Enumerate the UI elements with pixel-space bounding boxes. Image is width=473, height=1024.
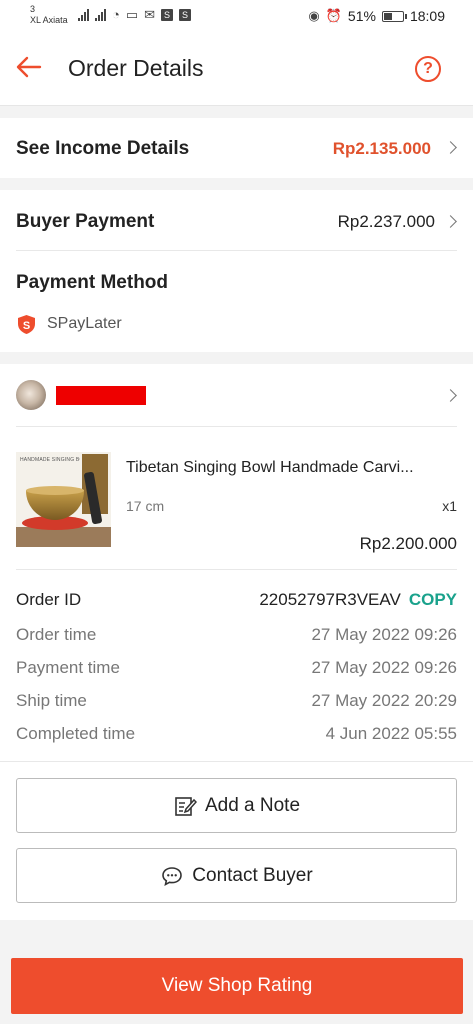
order-id-value-wrap: 22052797R3VEAV COPY xyxy=(259,590,457,610)
income-amount: Rp2.135.000 xyxy=(332,139,431,158)
chevron-right-icon xyxy=(444,141,457,154)
add-note-button[interactable]: Add a Note xyxy=(16,778,457,833)
status-bar: 3 XL Axiata ◔ ▭ ✉ S S ◉ ⏰ 51% 18:09 xyxy=(0,0,473,34)
product-thumbnail[interactable]: HANDMADE SINGING BOWL xyxy=(16,452,111,547)
order-id-value: 22052797R3VEAV xyxy=(259,590,401,609)
completed-time-label: Completed time xyxy=(16,724,136,743)
order-time-label: Order time xyxy=(16,625,97,644)
clock: 18:09 xyxy=(409,8,445,24)
carrier-slot: 3 xyxy=(30,4,36,14)
order-id-row: Order ID 22052797R3VEAV COPY xyxy=(16,590,457,616)
completed-time-row: Completed time 4 Jun 2022 05:55 xyxy=(16,724,457,750)
note-icon xyxy=(175,796,197,816)
battery-percent: 51% xyxy=(347,8,376,24)
ship-time-value: 27 May 2022 20:29 xyxy=(311,691,457,710)
income-details-label: See Income Details xyxy=(16,138,190,159)
completed-time-value: 4 Jun 2022 05:55 xyxy=(325,724,457,743)
signal-icon-2 xyxy=(95,9,106,21)
payment-method-label: Payment Method xyxy=(16,272,169,293)
order-card: HANDMADE SINGING BOWL Tibetan Singing Bo… xyxy=(0,364,473,920)
carrier-name: XL Axiata xyxy=(30,15,68,25)
contact-buyer-label: Contact Buyer xyxy=(192,864,313,886)
payment-time-row: Payment time 27 May 2022 09:26 xyxy=(16,658,457,684)
product-name[interactable]: Tibetan Singing Bowl Handmade Carvi... xyxy=(126,459,456,477)
buyer-row[interactable] xyxy=(0,364,473,426)
order-time-row: Order time 27 May 2022 09:26 xyxy=(16,625,457,651)
help-icon[interactable]: ? xyxy=(415,56,441,82)
page-title: Order Details xyxy=(68,55,204,81)
shopee-icon: S xyxy=(161,9,174,21)
carrier-label: 3 XL Axiata xyxy=(30,4,68,26)
copy-button[interactable]: COPY xyxy=(409,590,457,609)
ship-time-label: Ship time xyxy=(16,691,87,710)
buyer-payment-label: Buyer Payment xyxy=(16,211,155,232)
mail-icon: ✉ xyxy=(144,7,156,22)
wifi-icon: ◔ xyxy=(112,7,120,22)
avatar xyxy=(16,380,46,410)
divider xyxy=(16,250,457,251)
payment-method-value: SPayLater xyxy=(47,315,122,332)
spaylater-icon: S xyxy=(18,315,35,334)
income-details-row[interactable]: See Income Details Rp2.135.000 xyxy=(0,118,473,178)
buyer-payment-row[interactable]: Buyer Payment Rp2.237.000 xyxy=(0,190,473,250)
divider xyxy=(16,426,457,427)
svg-text:S: S xyxy=(23,320,30,332)
buyer-payment-amount: Rp2.237.000 xyxy=(337,212,435,231)
divider xyxy=(16,569,457,570)
order-time-value: 27 May 2022 09:26 xyxy=(311,625,457,644)
back-arrow-icon[interactable] xyxy=(14,52,44,82)
payment-time-value: 27 May 2022 09:26 xyxy=(311,658,457,677)
product-price: Rp2.200.000 xyxy=(359,534,457,553)
view-shop-rating-button[interactable]: View Shop Rating xyxy=(11,958,463,1014)
thumbnail-caption: HANDMADE SINGING BOWL xyxy=(20,457,80,463)
chevron-right-icon xyxy=(444,215,457,228)
divider xyxy=(0,761,473,762)
cast-icon: ▭ xyxy=(125,7,139,22)
status-icons-left: ◔ ▭ ✉ S S xyxy=(78,7,192,22)
contact-buyer-button[interactable]: Contact Buyer xyxy=(16,848,457,903)
payment-card: Buyer Payment Rp2.237.000 Payment Method… xyxy=(0,190,473,352)
order-id-label: Order ID xyxy=(16,590,82,609)
status-icons-right: ◉ ⏰ 51% 18:09 xyxy=(308,8,445,24)
app-header: Order Details ? xyxy=(0,34,473,106)
alarm-icon: ⏰ xyxy=(325,8,342,23)
product-variant: 17 cm xyxy=(126,498,165,514)
shopee-seller-icon: S xyxy=(179,9,192,21)
buyer-name-redacted xyxy=(56,386,146,405)
product-quantity: x1 xyxy=(442,498,457,514)
payment-time-label: Payment time xyxy=(16,658,120,677)
eye-icon: ◉ xyxy=(308,8,320,23)
signal-icon xyxy=(78,9,89,21)
add-note-label: Add a Note xyxy=(204,794,301,816)
ship-time-row: Ship time 27 May 2022 20:29 xyxy=(16,691,457,717)
chat-icon xyxy=(162,866,183,886)
chevron-right-icon xyxy=(444,389,457,402)
battery-icon xyxy=(381,10,407,22)
